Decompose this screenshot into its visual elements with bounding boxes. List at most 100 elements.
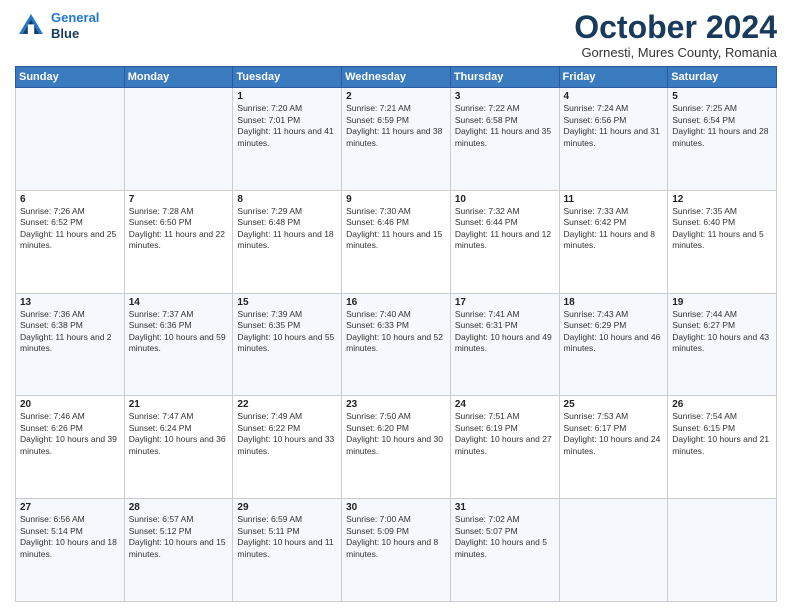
calendar-cell: 31Sunrise: 7:02 AMSunset: 5:07 PMDayligh… bbox=[450, 499, 559, 602]
calendar-cell: 3Sunrise: 7:22 AMSunset: 6:58 PMDaylight… bbox=[450, 88, 559, 191]
calendar-cell: 14Sunrise: 7:37 AMSunset: 6:36 PMDayligh… bbox=[124, 293, 233, 396]
calendar-cell: 4Sunrise: 7:24 AMSunset: 6:56 PMDaylight… bbox=[559, 88, 668, 191]
cell-info: Sunrise: 7:43 AMSunset: 6:29 PMDaylight:… bbox=[564, 309, 664, 355]
cell-info: Sunrise: 7:20 AMSunset: 7:01 PMDaylight:… bbox=[237, 103, 337, 149]
day-number: 2 bbox=[346, 91, 446, 102]
day-number: 19 bbox=[672, 297, 772, 308]
weekday-header-sunday: Sunday bbox=[16, 67, 125, 88]
day-number: 7 bbox=[129, 194, 229, 205]
day-number: 25 bbox=[564, 399, 664, 410]
calendar-cell: 10Sunrise: 7:32 AMSunset: 6:44 PMDayligh… bbox=[450, 190, 559, 293]
day-number: 10 bbox=[455, 194, 555, 205]
day-number: 9 bbox=[346, 194, 446, 205]
cell-info: Sunrise: 7:29 AMSunset: 6:48 PMDaylight:… bbox=[237, 206, 337, 252]
day-number: 21 bbox=[129, 399, 229, 410]
day-number: 14 bbox=[129, 297, 229, 308]
weekday-header-tuesday: Tuesday bbox=[233, 67, 342, 88]
cell-info: Sunrise: 7:35 AMSunset: 6:40 PMDaylight:… bbox=[672, 206, 772, 252]
weekday-header-thursday: Thursday bbox=[450, 67, 559, 88]
day-number: 17 bbox=[455, 297, 555, 308]
calendar-cell bbox=[124, 88, 233, 191]
cell-info: Sunrise: 7:32 AMSunset: 6:44 PMDaylight:… bbox=[455, 206, 555, 252]
logo: General Blue bbox=[15, 10, 99, 42]
calendar-cell: 11Sunrise: 7:33 AMSunset: 6:42 PMDayligh… bbox=[559, 190, 668, 293]
cell-info: Sunrise: 7:51 AMSunset: 6:19 PMDaylight:… bbox=[455, 411, 555, 457]
cell-info: Sunrise: 7:02 AMSunset: 5:07 PMDaylight:… bbox=[455, 514, 555, 560]
day-number: 13 bbox=[20, 297, 120, 308]
location: Gornesti, Mures County, Romania bbox=[574, 45, 777, 60]
calendar-cell: 18Sunrise: 7:43 AMSunset: 6:29 PMDayligh… bbox=[559, 293, 668, 396]
weekday-header-row: SundayMondayTuesdayWednesdayThursdayFrid… bbox=[16, 67, 777, 88]
calendar-cell: 2Sunrise: 7:21 AMSunset: 6:59 PMDaylight… bbox=[342, 88, 451, 191]
day-number: 6 bbox=[20, 194, 120, 205]
weekday-header-monday: Monday bbox=[124, 67, 233, 88]
week-row-3: 13Sunrise: 7:36 AMSunset: 6:38 PMDayligh… bbox=[16, 293, 777, 396]
calendar-cell: 6Sunrise: 7:26 AMSunset: 6:52 PMDaylight… bbox=[16, 190, 125, 293]
weekday-header-saturday: Saturday bbox=[668, 67, 777, 88]
day-number: 30 bbox=[346, 502, 446, 513]
cell-info: Sunrise: 7:40 AMSunset: 6:33 PMDaylight:… bbox=[346, 309, 446, 355]
calendar-cell: 26Sunrise: 7:54 AMSunset: 6:15 PMDayligh… bbox=[668, 396, 777, 499]
day-number: 8 bbox=[237, 194, 337, 205]
cell-info: Sunrise: 7:21 AMSunset: 6:59 PMDaylight:… bbox=[346, 103, 446, 149]
day-number: 20 bbox=[20, 399, 120, 410]
calendar-cell: 23Sunrise: 7:50 AMSunset: 6:20 PMDayligh… bbox=[342, 396, 451, 499]
day-number: 31 bbox=[455, 502, 555, 513]
calendar-page: General Blue October 2024 Gornesti, Mure… bbox=[0, 0, 792, 612]
week-row-5: 27Sunrise: 6:56 AMSunset: 5:14 PMDayligh… bbox=[16, 499, 777, 602]
calendar-cell: 1Sunrise: 7:20 AMSunset: 7:01 PMDaylight… bbox=[233, 88, 342, 191]
cell-info: Sunrise: 7:41 AMSunset: 6:31 PMDaylight:… bbox=[455, 309, 555, 355]
calendar-cell: 30Sunrise: 7:00 AMSunset: 5:09 PMDayligh… bbox=[342, 499, 451, 602]
cell-info: Sunrise: 7:00 AMSunset: 5:09 PMDaylight:… bbox=[346, 514, 446, 560]
week-row-2: 6Sunrise: 7:26 AMSunset: 6:52 PMDaylight… bbox=[16, 190, 777, 293]
calendar-cell: 28Sunrise: 6:57 AMSunset: 5:12 PMDayligh… bbox=[124, 499, 233, 602]
cell-info: Sunrise: 6:56 AMSunset: 5:14 PMDaylight:… bbox=[20, 514, 120, 560]
calendar-cell: 15Sunrise: 7:39 AMSunset: 6:35 PMDayligh… bbox=[233, 293, 342, 396]
day-number: 4 bbox=[564, 91, 664, 102]
cell-info: Sunrise: 7:53 AMSunset: 6:17 PMDaylight:… bbox=[564, 411, 664, 457]
calendar-cell bbox=[559, 499, 668, 602]
calendar-cell: 13Sunrise: 7:36 AMSunset: 6:38 PMDayligh… bbox=[16, 293, 125, 396]
calendar-cell: 16Sunrise: 7:40 AMSunset: 6:33 PMDayligh… bbox=[342, 293, 451, 396]
day-number: 27 bbox=[20, 502, 120, 513]
calendar-cell: 22Sunrise: 7:49 AMSunset: 6:22 PMDayligh… bbox=[233, 396, 342, 499]
calendar-cell: 9Sunrise: 7:30 AMSunset: 6:46 PMDaylight… bbox=[342, 190, 451, 293]
day-number: 23 bbox=[346, 399, 446, 410]
day-number: 16 bbox=[346, 297, 446, 308]
title-block: October 2024 Gornesti, Mures County, Rom… bbox=[574, 10, 777, 60]
calendar-cell: 7Sunrise: 7:28 AMSunset: 6:50 PMDaylight… bbox=[124, 190, 233, 293]
day-number: 29 bbox=[237, 502, 337, 513]
cell-info: Sunrise: 7:24 AMSunset: 6:56 PMDaylight:… bbox=[564, 103, 664, 149]
cell-info: Sunrise: 7:26 AMSunset: 6:52 PMDaylight:… bbox=[20, 206, 120, 252]
cell-info: Sunrise: 6:59 AMSunset: 5:11 PMDaylight:… bbox=[237, 514, 337, 560]
calendar-cell: 27Sunrise: 6:56 AMSunset: 5:14 PMDayligh… bbox=[16, 499, 125, 602]
day-number: 24 bbox=[455, 399, 555, 410]
logo-icon bbox=[15, 10, 47, 42]
day-number: 3 bbox=[455, 91, 555, 102]
day-number: 15 bbox=[237, 297, 337, 308]
cell-info: Sunrise: 7:54 AMSunset: 6:15 PMDaylight:… bbox=[672, 411, 772, 457]
calendar-cell: 24Sunrise: 7:51 AMSunset: 6:19 PMDayligh… bbox=[450, 396, 559, 499]
day-number: 26 bbox=[672, 399, 772, 410]
day-number: 1 bbox=[237, 91, 337, 102]
calendar-cell: 29Sunrise: 6:59 AMSunset: 5:11 PMDayligh… bbox=[233, 499, 342, 602]
calendar-cell bbox=[16, 88, 125, 191]
cell-info: Sunrise: 7:36 AMSunset: 6:38 PMDaylight:… bbox=[20, 309, 120, 355]
cell-info: Sunrise: 7:33 AMSunset: 6:42 PMDaylight:… bbox=[564, 206, 664, 252]
weekday-header-wednesday: Wednesday bbox=[342, 67, 451, 88]
calendar-cell: 17Sunrise: 7:41 AMSunset: 6:31 PMDayligh… bbox=[450, 293, 559, 396]
calendar-cell: 5Sunrise: 7:25 AMSunset: 6:54 PMDaylight… bbox=[668, 88, 777, 191]
day-number: 5 bbox=[672, 91, 772, 102]
day-number: 11 bbox=[564, 194, 664, 205]
day-number: 22 bbox=[237, 399, 337, 410]
cell-info: Sunrise: 7:37 AMSunset: 6:36 PMDaylight:… bbox=[129, 309, 229, 355]
day-number: 28 bbox=[129, 502, 229, 513]
day-number: 18 bbox=[564, 297, 664, 308]
week-row-4: 20Sunrise: 7:46 AMSunset: 6:26 PMDayligh… bbox=[16, 396, 777, 499]
calendar-cell: 19Sunrise: 7:44 AMSunset: 6:27 PMDayligh… bbox=[668, 293, 777, 396]
calendar-cell bbox=[668, 499, 777, 602]
calendar-cell: 20Sunrise: 7:46 AMSunset: 6:26 PMDayligh… bbox=[16, 396, 125, 499]
month-title: October 2024 bbox=[574, 10, 777, 45]
logo-text: General Blue bbox=[51, 10, 99, 41]
calendar-cell: 25Sunrise: 7:53 AMSunset: 6:17 PMDayligh… bbox=[559, 396, 668, 499]
